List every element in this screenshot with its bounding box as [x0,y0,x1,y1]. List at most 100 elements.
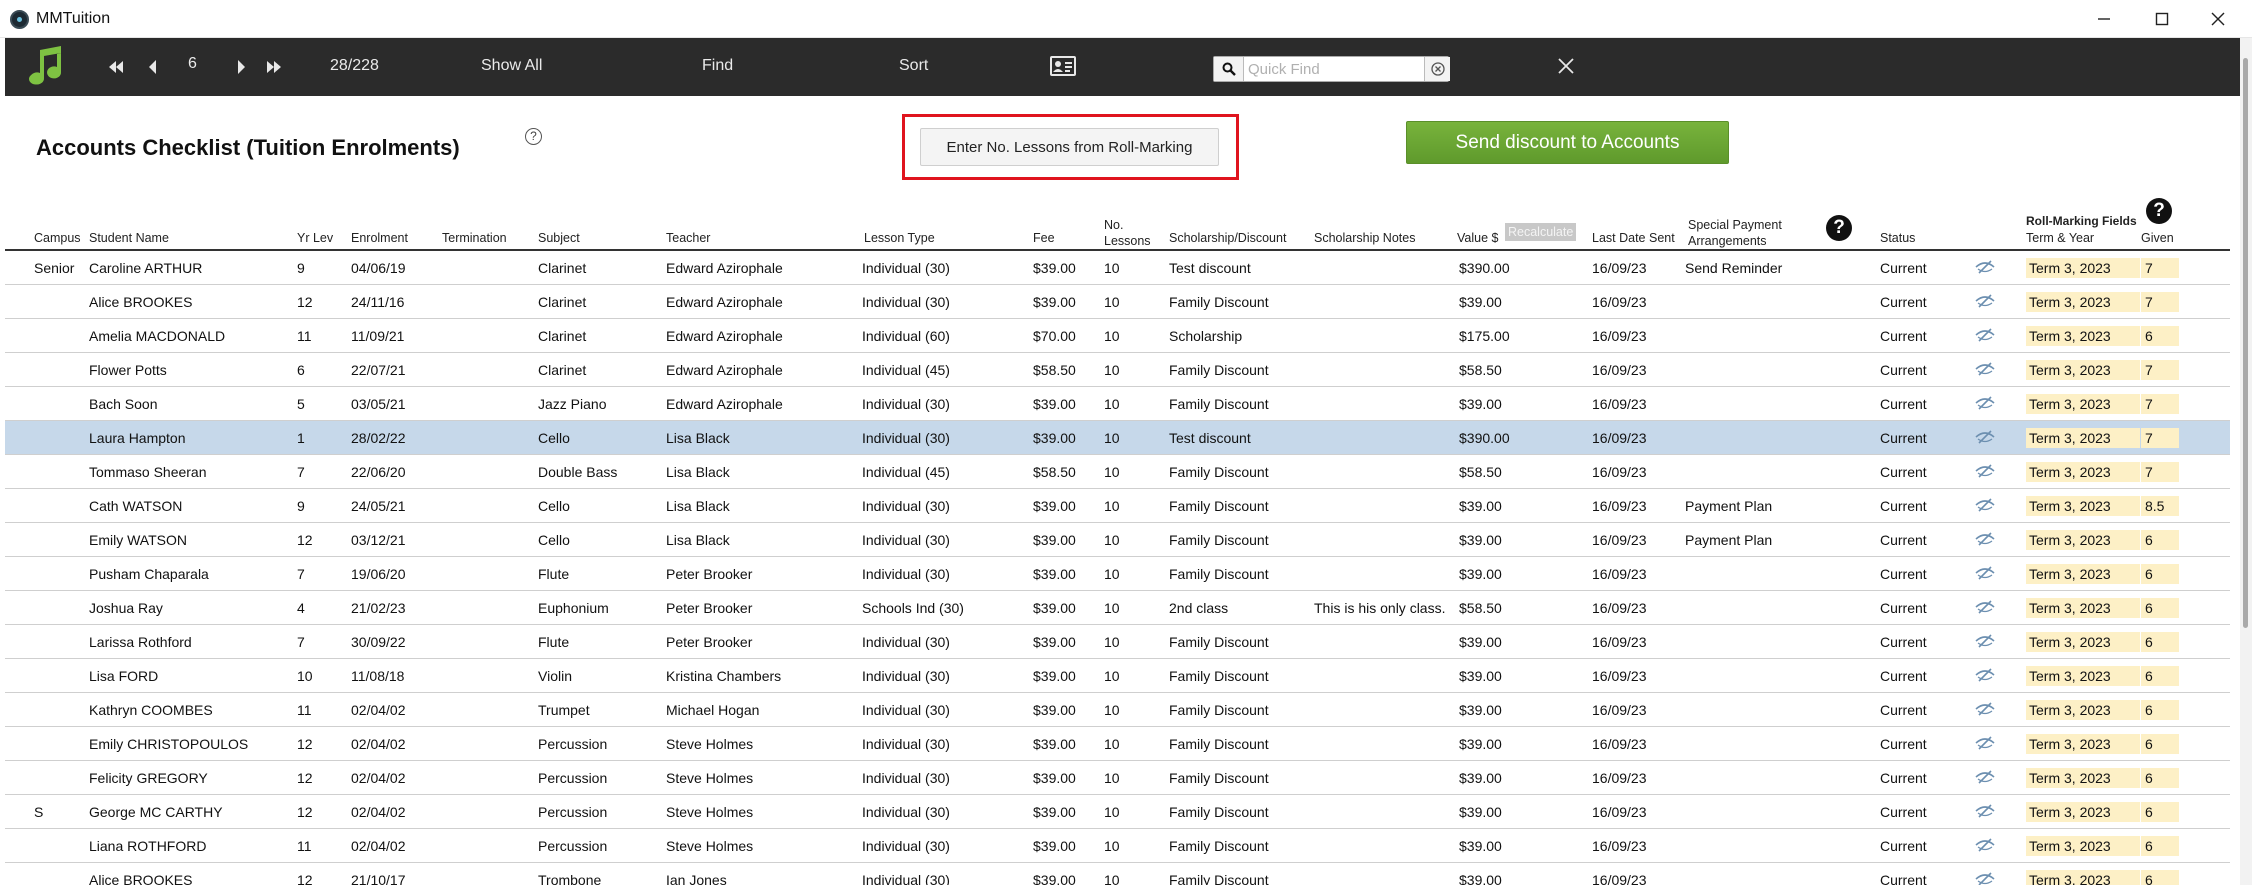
cell-given[interactable]: 6 [2141,326,2179,346]
cell-student[interactable]: Felicity GREGORY [89,770,208,786]
eye-off-icon[interactable] [1974,666,1996,684]
cell-no-lessons[interactable]: 10 [1104,736,1120,752]
cell-student[interactable]: Larissa Rothford [89,634,192,650]
first-record-icon[interactable] [107,57,125,77]
scroll-thumb[interactable] [2243,58,2248,628]
cell-term-year[interactable]: Term 3, 2023 [2026,870,2140,885]
cell-no-lessons[interactable]: 10 [1104,396,1120,412]
cell-student[interactable]: Bach Soon [89,396,158,412]
recalculate-button[interactable]: Recalculate [1505,223,1577,241]
cell-term-year[interactable]: Term 3, 2023 [2026,700,2140,720]
cell-term-year[interactable]: Term 3, 2023 [2026,292,2140,312]
cell-term-year[interactable]: Term 3, 2023 [2026,802,2140,822]
search-icon[interactable] [1214,57,1244,81]
cell-student[interactable]: George MC CARTHY [89,804,223,820]
eye-off-icon[interactable] [1974,700,1996,718]
table-row[interactable]: Joshua Ray 4 21/02/23 Euphonium Peter Br… [5,591,2230,625]
cell-given[interactable]: 7 [2141,394,2179,414]
cell-given[interactable]: 7 [2141,258,2179,278]
table-row[interactable]: Emily WATSON 12 03/12/21 Cello Lisa Blac… [5,523,2230,557]
maximize-button[interactable] [2140,4,2184,34]
send-discount-button[interactable]: Send discount to Accounts [1406,121,1729,164]
cell-given[interactable]: 7 [2141,462,2179,482]
cell-student[interactable]: Alice BROOKES [89,872,192,885]
cell-term-year[interactable]: Term 3, 2023 [2026,462,2140,482]
record-number[interactable]: 6 [188,55,197,73]
minimize-button[interactable] [2082,4,2126,34]
eye-off-icon[interactable] [1974,870,1996,885]
cell-no-lessons[interactable]: 10 [1104,260,1120,276]
table-row[interactable]: Amelia MACDONALD 11 11/09/21 Clarinet Ed… [5,319,2230,353]
cell-student[interactable]: Cath WATSON [89,498,182,514]
vertical-scrollbar[interactable] [2240,38,2252,885]
table-row[interactable]: Alice BROOKES 12 21/10/17 Trombone Ian J… [5,863,2230,885]
cell-term-year[interactable]: Term 3, 2023 [2026,428,2140,448]
table-row[interactable]: Cath WATSON 9 24/05/21 Cello Lisa Black … [5,489,2230,523]
close-icon[interactable] [1555,55,1577,77]
eye-off-icon[interactable] [1974,360,1996,378]
cell-student[interactable]: Emily WATSON [89,532,187,548]
cell-given[interactable]: 6 [2141,666,2179,686]
cell-given[interactable]: 6 [2141,768,2179,788]
cell-student[interactable]: Liana ROTHFORD [89,838,206,854]
cell-student[interactable]: Tommaso Sheeran [89,464,207,480]
eye-off-icon[interactable] [1974,768,1996,786]
cell-no-lessons[interactable]: 10 [1104,634,1120,650]
enter-lessons-button[interactable]: Enter No. Lessons from Roll-Marking [920,128,1219,166]
cell-student[interactable]: Emily CHRISTOPOULOS [89,736,248,752]
cell-no-lessons[interactable]: 10 [1104,362,1120,378]
cell-given[interactable]: 7 [2141,360,2179,380]
cell-given[interactable]: 8.5 [2141,496,2179,516]
cell-term-year[interactable]: Term 3, 2023 [2026,564,2140,584]
cell-given[interactable]: 6 [2141,836,2179,856]
eye-off-icon[interactable] [1974,428,1996,446]
eye-off-icon[interactable] [1974,326,1996,344]
cell-given[interactable]: 6 [2141,598,2179,618]
cell-given[interactable]: 6 [2141,734,2179,754]
cell-no-lessons[interactable]: 10 [1104,328,1120,344]
eye-off-icon[interactable] [1974,496,1996,514]
last-record-icon[interactable] [265,57,283,77]
table-row[interactable]: Bach Soon 5 03/05/21 Jazz Piano Edward A… [5,387,2230,421]
cell-given[interactable]: 6 [2141,530,2179,550]
cell-no-lessons[interactable]: 10 [1104,872,1120,885]
cell-term-year[interactable]: Term 3, 2023 [2026,530,2140,550]
prev-record-icon[interactable] [147,57,159,77]
clear-circle-icon[interactable] [1424,57,1450,81]
cell-no-lessons[interactable]: 10 [1104,498,1120,514]
close-window-button[interactable] [2196,4,2240,34]
cell-no-lessons[interactable]: 10 [1104,702,1120,718]
cell-no-lessons[interactable]: 10 [1104,430,1120,446]
cell-no-lessons[interactable]: 10 [1104,600,1120,616]
cell-given[interactable]: 6 [2141,870,2179,885]
cell-student[interactable]: Lisa FORD [89,668,158,684]
eye-off-icon[interactable] [1974,802,1996,820]
cell-term-year[interactable]: Term 3, 2023 [2026,496,2140,516]
cell-no-lessons[interactable]: 10 [1104,804,1120,820]
cell-term-year[interactable]: Term 3, 2023 [2026,326,2140,346]
eye-off-icon[interactable] [1974,462,1996,480]
next-record-icon[interactable] [235,57,247,77]
cell-student[interactable]: Kathryn COOMBES [89,702,213,718]
table-row[interactable]: Pusham Chaparala 7 19/06/20 Flute Peter … [5,557,2230,591]
table-row[interactable]: Felicity GREGORY 12 02/04/02 Percussion … [5,761,2230,795]
table-row[interactable]: Larissa Rothford 7 30/09/22 Flute Peter … [5,625,2230,659]
cell-no-lessons[interactable]: 10 [1104,566,1120,582]
table-row[interactable]: Liana ROTHFORD 11 02/04/02 Percussion St… [5,829,2230,863]
cell-no-lessons[interactable]: 10 [1104,464,1120,480]
cell-student[interactable]: Amelia MACDONALD [89,328,225,344]
table-row[interactable]: Tommaso Sheeran 7 22/06/20 Double Bass L… [5,455,2230,489]
cell-term-year[interactable]: Term 3, 2023 [2026,360,2140,380]
cell-term-year[interactable]: Term 3, 2023 [2026,768,2140,788]
quick-find-input[interactable] [1248,59,1418,79]
table-row[interactable]: Flower Potts 6 22/07/21 Clarinet Edward … [5,353,2230,387]
eye-off-icon[interactable] [1974,598,1996,616]
cell-student[interactable]: Alice BROOKES [89,294,192,310]
eye-off-icon[interactable] [1974,258,1996,276]
find-button[interactable]: Find [702,57,733,75]
cell-no-lessons[interactable]: 10 [1104,668,1120,684]
cell-no-lessons[interactable]: 10 [1104,532,1120,548]
cell-no-lessons[interactable]: 10 [1104,770,1120,786]
cell-no-lessons[interactable]: 10 [1104,838,1120,854]
sort-button[interactable]: Sort [899,57,928,75]
